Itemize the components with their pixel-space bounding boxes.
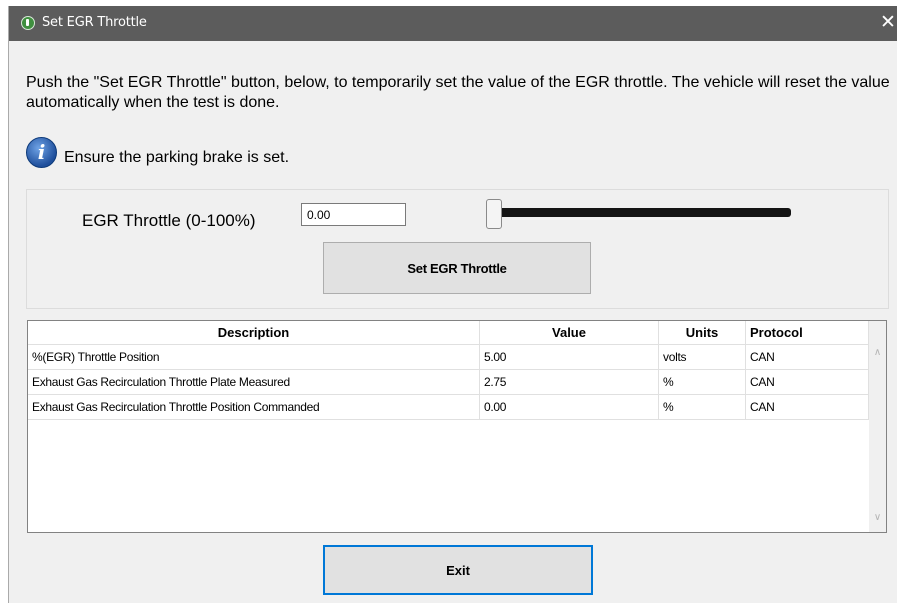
cell-value: 2.75 bbox=[480, 370, 659, 394]
set-egr-throttle-button[interactable]: Set EGR Throttle bbox=[323, 242, 591, 294]
egr-throttle-input[interactable] bbox=[301, 203, 406, 226]
vertical-scrollbar[interactable]: ∧ ∨ bbox=[869, 321, 886, 532]
cell-units: volts bbox=[659, 345, 746, 369]
column-header-protocol[interactable]: Protocol bbox=[746, 321, 869, 344]
table-header: Description Value Units Protocol bbox=[28, 321, 869, 345]
table-row[interactable]: %(EGR) Throttle Position 5.00 volts CAN bbox=[28, 345, 869, 370]
egr-throttle-slider[interactable] bbox=[493, 208, 791, 217]
window-title: Set EGR Throttle bbox=[42, 15, 147, 30]
close-button[interactable]: ✕ bbox=[878, 11, 897, 35]
table-row[interactable]: Exhaust Gas Recirculation Throttle Posit… bbox=[28, 395, 869, 420]
cell-description: Exhaust Gas Recirculation Throttle Plate… bbox=[28, 370, 480, 394]
instructions-text: Push the "Set EGR Throttle" button, belo… bbox=[26, 74, 890, 111]
parking-brake-notice: Ensure the parking brake is set. bbox=[64, 149, 290, 166]
dialog-window: Set EGR Throttle ✕ Push the "Set EGR Thr… bbox=[8, 6, 897, 603]
app-icon bbox=[21, 16, 35, 30]
column-header-value[interactable]: Value bbox=[480, 321, 659, 344]
cell-protocol: CAN bbox=[746, 345, 869, 369]
scroll-down-icon[interactable]: ∨ bbox=[869, 509, 886, 526]
parameters-table: Description Value Units Protocol %(EGR) … bbox=[27, 320, 887, 533]
egr-throttle-label: EGR Throttle (0-100%) bbox=[82, 211, 256, 230]
cell-protocol: CAN bbox=[746, 370, 869, 394]
cell-units: % bbox=[659, 395, 746, 419]
exit-button[interactable]: Exit bbox=[323, 545, 593, 595]
cell-protocol: CAN bbox=[746, 395, 869, 419]
title-bar[interactable]: Set EGR Throttle ✕ bbox=[9, 6, 897, 41]
column-header-description[interactable]: Description bbox=[28, 321, 480, 344]
cell-value: 5.00 bbox=[480, 345, 659, 369]
info-icon: i bbox=[26, 137, 57, 168]
column-header-units[interactable]: Units bbox=[659, 321, 746, 344]
cell-description: %(EGR) Throttle Position bbox=[28, 345, 480, 369]
table-row[interactable]: Exhaust Gas Recirculation Throttle Plate… bbox=[28, 370, 869, 395]
scroll-up-icon[interactable]: ∧ bbox=[869, 344, 886, 361]
cell-units: % bbox=[659, 370, 746, 394]
cell-value: 0.00 bbox=[480, 395, 659, 419]
cell-description: Exhaust Gas Recirculation Throttle Posit… bbox=[28, 395, 480, 419]
slider-thumb[interactable] bbox=[486, 199, 502, 229]
